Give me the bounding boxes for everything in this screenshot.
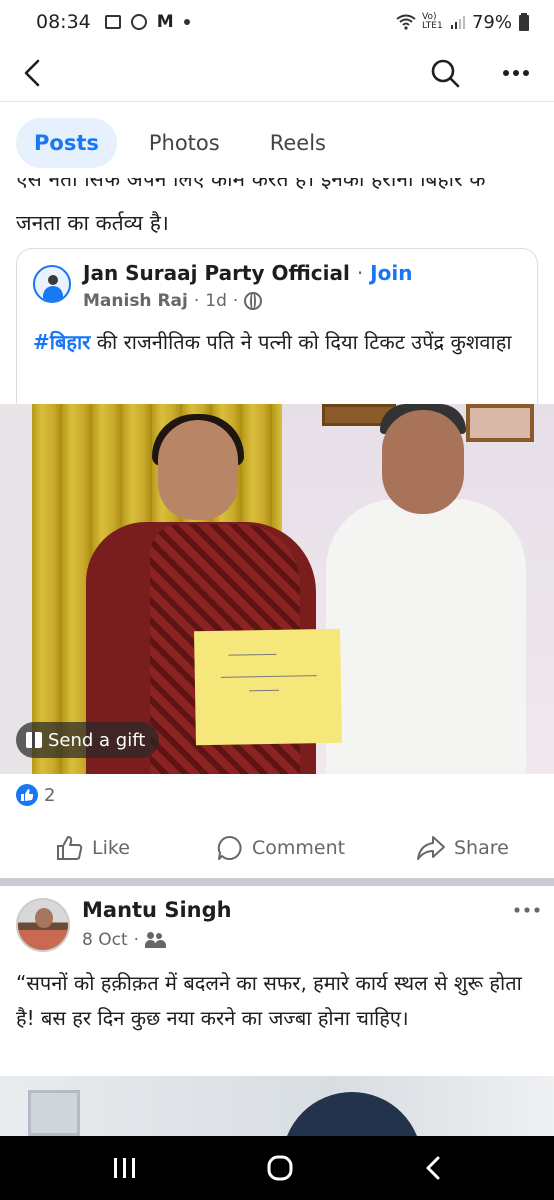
avatar[interactable] bbox=[16, 898, 70, 952]
handwriting-line bbox=[228, 653, 277, 656]
share-button[interactable]: Share bbox=[416, 834, 509, 862]
back-icon[interactable] bbox=[414, 1152, 454, 1184]
post-photo[interactable]: Send a gift bbox=[0, 404, 554, 774]
post-meta: 8 Oct · bbox=[82, 930, 167, 950]
avatar-head-shape bbox=[48, 275, 58, 285]
join-button[interactable]: Join bbox=[370, 261, 412, 285]
globe-icon bbox=[244, 292, 263, 310]
post-divider bbox=[0, 878, 554, 886]
back-arrow-icon[interactable] bbox=[18, 56, 50, 90]
signal-icon bbox=[450, 16, 465, 29]
post-text: ऐसे नेता सिर्फ अपने लिए काम करते हैं। इन… bbox=[16, 178, 546, 238]
like-label: Like bbox=[92, 837, 130, 859]
post-actions: Like Comment Share bbox=[0, 820, 554, 876]
shared-post-text: #बिहार की राजनीतिक पति ने पत्नी को दिया … bbox=[33, 327, 523, 358]
status-time: 08:34 bbox=[36, 11, 91, 33]
separator-dot: · bbox=[232, 291, 239, 311]
gmail-notification-icon: M bbox=[156, 12, 174, 32]
system-nav-bar bbox=[0, 1136, 554, 1200]
separator-dot: · bbox=[133, 930, 140, 950]
post-photo[interactable] bbox=[0, 1076, 554, 1136]
send-gift-button[interactable]: Send a gift bbox=[16, 722, 160, 758]
notification-icons: M bbox=[104, 12, 190, 32]
like-reaction-icon bbox=[16, 784, 38, 806]
person-figure bbox=[158, 420, 238, 520]
yellow-document bbox=[194, 628, 342, 746]
wifi-icon bbox=[396, 14, 416, 30]
more-notifications-dot bbox=[183, 19, 190, 25]
tab-photos[interactable]: Photos bbox=[131, 118, 238, 168]
thumbs-up-icon bbox=[57, 836, 83, 860]
post-author[interactable]: Mantu Singh bbox=[82, 898, 232, 922]
tab-reels[interactable]: Reels bbox=[252, 118, 344, 168]
shared-post-body: की राजनीतिक पति ने पत्नी को दिया टिकट उप… bbox=[90, 330, 512, 354]
post-meta: Manish Raj · 1d · bbox=[83, 291, 263, 311]
picture-frame bbox=[466, 404, 534, 442]
status-right: Vo) LTE1 79% bbox=[396, 12, 530, 33]
avatar-body-shape bbox=[43, 286, 63, 301]
share-label: Share bbox=[454, 837, 509, 859]
separator-dot: · bbox=[356, 261, 364, 285]
share-icon bbox=[417, 836, 445, 860]
battery-percent: 79% bbox=[471, 11, 512, 33]
hashtag-link[interactable]: #बिहार bbox=[33, 330, 90, 354]
group-avatar[interactable] bbox=[33, 265, 71, 303]
post-text-cut-line: ऐसे नेता सिर्फ अपने लिए काम करते हैं। इन… bbox=[16, 178, 486, 191]
battery-icon bbox=[519, 13, 529, 31]
gift-icon bbox=[26, 732, 42, 748]
more-horizontal-icon[interactable] bbox=[498, 58, 534, 88]
separator-dot: · bbox=[193, 291, 200, 311]
comment-icon bbox=[217, 835, 242, 860]
recent-apps-icon[interactable] bbox=[104, 1152, 144, 1184]
like-button[interactable]: Like bbox=[56, 834, 130, 862]
profile-tabs: Posts Photos Reels bbox=[16, 118, 344, 168]
group-name-line: Jan Suraaj Party Official · Join bbox=[83, 261, 412, 285]
door-shape bbox=[28, 1090, 80, 1136]
reaction-count: 2 bbox=[44, 784, 56, 806]
avatar-face-shape bbox=[35, 908, 53, 928]
post-date[interactable]: 8 Oct bbox=[82, 930, 128, 950]
whatsapp-notification-icon bbox=[130, 14, 147, 30]
comment-label: Comment bbox=[252, 837, 346, 859]
person-figure bbox=[326, 499, 526, 774]
send-gift-label: Send a gift bbox=[48, 729, 146, 751]
friends-icon bbox=[145, 932, 167, 948]
tab-posts[interactable]: Posts bbox=[16, 118, 117, 168]
home-icon[interactable] bbox=[260, 1152, 300, 1184]
person-figure bbox=[382, 410, 464, 514]
post-time[interactable]: 1d bbox=[205, 291, 227, 311]
page-header bbox=[0, 44, 554, 102]
post-author[interactable]: Manish Raj bbox=[83, 291, 188, 311]
status-bar: 08:34 M Vo) LTE1 79% bbox=[0, 0, 554, 44]
person-figure bbox=[282, 1092, 422, 1136]
search-icon[interactable] bbox=[428, 56, 462, 90]
handwriting-line bbox=[249, 689, 280, 692]
comment-button[interactable]: Comment bbox=[216, 834, 345, 862]
post-options-icon[interactable] bbox=[512, 902, 542, 918]
reaction-summary[interactable]: 2 bbox=[16, 784, 55, 806]
handwriting-line bbox=[220, 675, 317, 678]
group-name[interactable]: Jan Suraaj Party Official bbox=[83, 261, 350, 285]
gallery-notification-icon bbox=[104, 15, 121, 29]
post-text-line: जनता का कर्तव्य है। bbox=[16, 211, 169, 235]
network-label: Vo) LTE1 bbox=[421, 12, 443, 31]
post-text: “सपनों को हक़ीक़त में बदलने का सफर, हमार… bbox=[16, 971, 522, 1030]
shared-post-card[interactable]: Jan Suraaj Party Official · Join Manish … bbox=[16, 248, 538, 406]
